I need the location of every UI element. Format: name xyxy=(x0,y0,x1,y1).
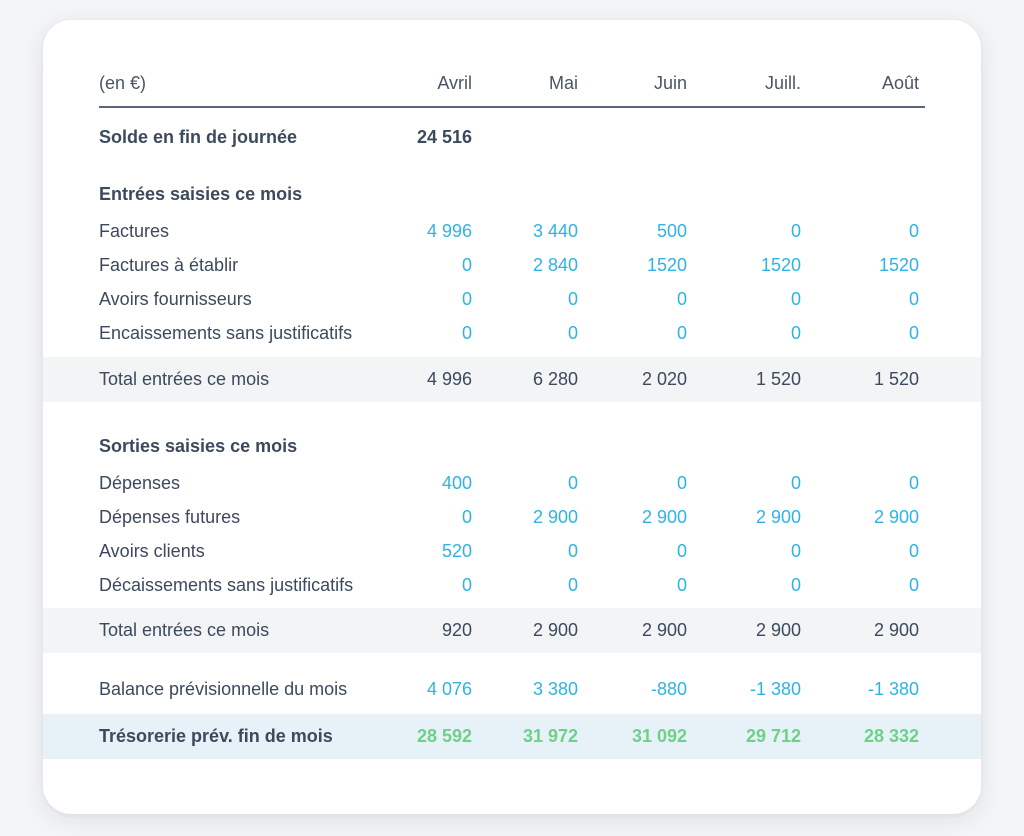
table-cell: 28 332 xyxy=(789,726,919,747)
table-cell: 2 900 xyxy=(789,620,919,641)
table-cell: 500 xyxy=(557,221,687,242)
table-cell: 2 900 xyxy=(557,507,687,528)
table-cell: 1520 xyxy=(671,255,801,276)
table-cell: 2 900 xyxy=(789,507,919,528)
table-cell: -880 xyxy=(557,679,687,700)
row-label: Factures xyxy=(99,221,169,242)
row-label: Avoirs fournisseurs xyxy=(99,289,252,310)
table-cell: 2 900 xyxy=(671,507,801,528)
row-label: Dépenses xyxy=(99,473,180,494)
table-cell: 2 900 xyxy=(557,620,687,641)
header-divider xyxy=(99,106,925,108)
month-header: Juill. xyxy=(671,73,801,94)
solde-value: 24 516 xyxy=(342,127,472,148)
row-label: Avoirs clients xyxy=(99,541,205,562)
tresorerie-row: Trésorerie prév. fin de mois 28 592 31 9… xyxy=(43,714,981,759)
table-row: Avoirs fournisseurs 0 0 0 0 0 xyxy=(43,282,981,316)
table-header: (en €) Avril Mai Juin Juill. Août xyxy=(43,66,981,100)
unit-label: (en €) xyxy=(99,73,146,94)
total-row-sorties: Total entrées ce mois 920 2 900 2 900 2 … xyxy=(43,608,981,653)
table-cell: 0 xyxy=(671,575,801,596)
table-cell: 0 xyxy=(789,575,919,596)
table-row: Factures 4 996 3 440 500 0 0 xyxy=(43,214,981,248)
total-row-entrees: Total entrées ce mois 4 996 6 280 2 020 … xyxy=(43,357,981,402)
table-cell: 0 xyxy=(557,575,687,596)
table-cell: 1 520 xyxy=(789,369,919,390)
table-cell: 29 712 xyxy=(671,726,801,747)
table-cell: 0 xyxy=(557,289,687,310)
row-label: Total entrées ce mois xyxy=(99,369,269,390)
table-cell: -1 380 xyxy=(671,679,801,700)
table-cell: 0 xyxy=(671,541,801,562)
section-title-sorties: Sorties saisies ce mois xyxy=(43,429,981,463)
table-cell: 31 092 xyxy=(557,726,687,747)
table-cell: 2 900 xyxy=(671,620,801,641)
table-cell: 0 xyxy=(671,221,801,242)
row-label: Trésorerie prév. fin de mois xyxy=(99,726,333,747)
table-cell: 0 xyxy=(557,473,687,494)
section-title-entrees: Entrées saisies ce mois xyxy=(43,177,981,211)
table-cell: 0 xyxy=(789,289,919,310)
table-row: Dépenses 400 0 0 0 0 xyxy=(43,466,981,500)
table-cell: 0 xyxy=(671,473,801,494)
month-header: Juin xyxy=(557,73,687,94)
table-cell: 1520 xyxy=(557,255,687,276)
section-title: Entrées saisies ce mois xyxy=(99,184,302,205)
table-cell: 0 xyxy=(789,221,919,242)
balance-row: Balance prévisionnelle du mois 4 076 3 3… xyxy=(43,672,981,706)
table-cell: 0 xyxy=(671,289,801,310)
cash-forecast-card: (en €) Avril Mai Juin Juill. Août Solde … xyxy=(43,20,981,814)
section-title: Sorties saisies ce mois xyxy=(99,436,297,457)
row-label: Factures à établir xyxy=(99,255,238,276)
row-label: Décaissements sans justificatifs xyxy=(99,575,353,596)
row-label: Total entrées ce mois xyxy=(99,620,269,641)
month-header: Août xyxy=(789,73,919,94)
table-cell: 1 520 xyxy=(671,369,801,390)
table-cell: 0 xyxy=(789,473,919,494)
table-cell: 0 xyxy=(789,323,919,344)
table-row: Décaissements sans justificatifs 0 0 0 0… xyxy=(43,568,981,602)
table-row: Factures à établir 0 2 840 1520 1520 152… xyxy=(43,248,981,282)
row-label: Encaissements sans justificatifs xyxy=(99,323,352,344)
table-cell: 0 xyxy=(557,541,687,562)
table-row: Avoirs clients 520 0 0 0 0 xyxy=(43,534,981,568)
table-row: Encaissements sans justificatifs 0 0 0 0… xyxy=(43,316,981,350)
table-cell: 0 xyxy=(671,323,801,344)
row-label: Balance prévisionnelle du mois xyxy=(99,679,347,700)
solde-label: Solde en fin de journée xyxy=(99,127,297,148)
solde-row: Solde en fin de journée 24 516 xyxy=(43,120,981,154)
table-cell: 1520 xyxy=(789,255,919,276)
table-cell: -1 380 xyxy=(789,679,919,700)
table-cell: 2 020 xyxy=(557,369,687,390)
table-row: Dépenses futures 0 2 900 2 900 2 900 2 9… xyxy=(43,500,981,534)
table-cell: 0 xyxy=(789,541,919,562)
table-cell: 0 xyxy=(557,323,687,344)
row-label: Dépenses futures xyxy=(99,507,240,528)
